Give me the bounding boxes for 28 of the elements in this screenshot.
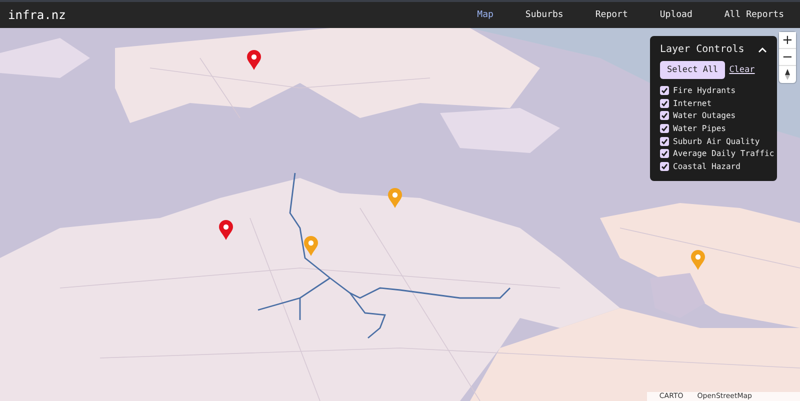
zoom-in-button[interactable]: + [779,32,796,49]
nav-link[interactable]: Report [579,10,644,20]
select-all-button[interactable]: Select All [660,61,726,79]
layer-label: Internet [673,98,712,108]
layer-label: Water Pipes [673,124,726,133]
checkbox[interactable] [660,136,669,146]
checkbox[interactable] [660,149,669,158]
map-pin-icon[interactable] [247,50,261,70]
nav-link[interactable]: Suburbs [509,10,580,20]
layer-label: Water Outages [673,111,736,120]
checkbox[interactable] [660,162,669,171]
checkbox[interactable] [660,86,669,95]
panel-title: Layer Controls [660,44,744,55]
checkbox[interactable] [660,98,669,108]
nav-link[interactable]: All Reports [708,10,790,20]
layer-label: Coastal Hazard [673,162,740,171]
nav-link[interactable]: Upload [644,10,708,20]
layer-label: Suburb Air Quality [673,136,760,146]
brand-logo[interactable]: infra.nz [8,8,462,22]
chevron-icon[interactable] [758,46,767,52]
clear-link[interactable]: Clear [729,65,755,75]
map-drawing[interactable] [0,28,800,401]
checkbox[interactable] [660,111,669,120]
layer-label: Average Daily Traffic [673,149,774,158]
nav-link[interactable]: Map [461,10,510,20]
layer-label: Fire Hydrants [673,86,736,95]
checkbox[interactable] [660,124,669,133]
map-pin-icon[interactable] [219,220,233,240]
